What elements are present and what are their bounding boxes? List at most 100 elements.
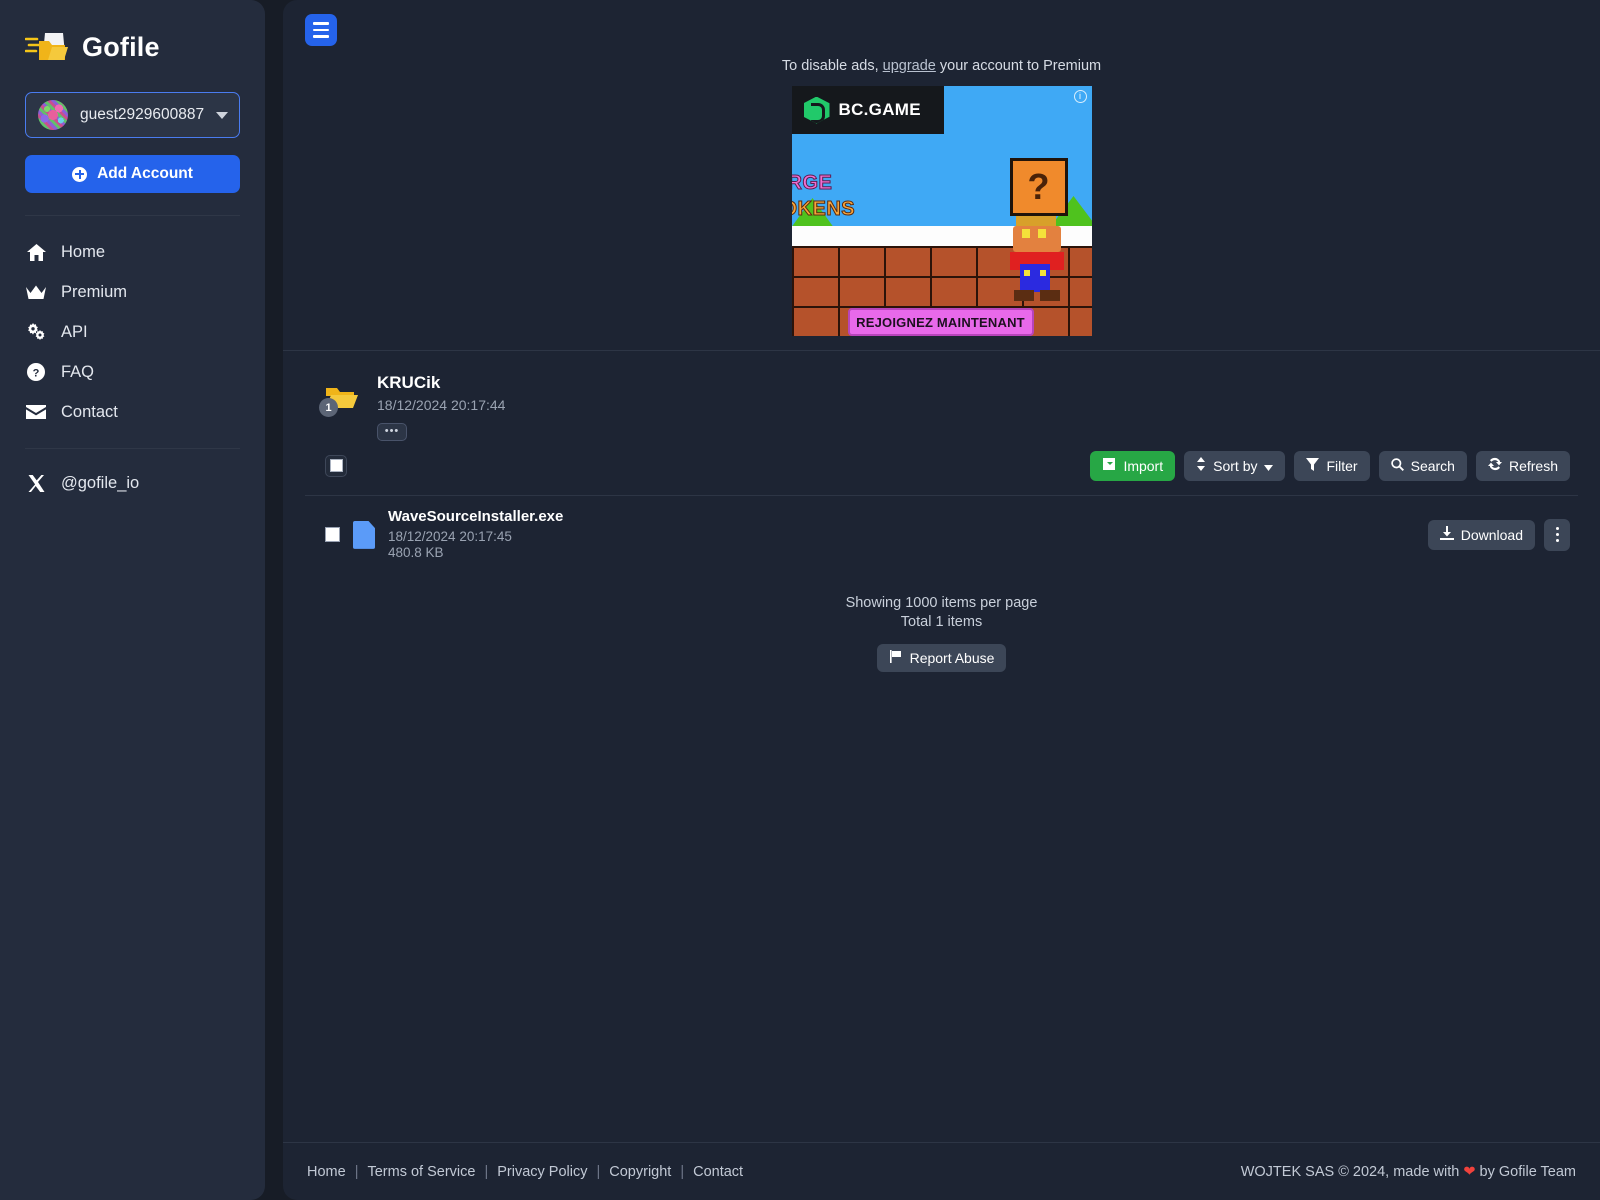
sidebar-item-home[interactable]: Home [25,232,240,272]
footer-link-privacy[interactable]: Privacy Policy [497,1164,587,1180]
folder-header: 1 KRUCik 18/12/2024 20:17:44 ••• [305,351,1578,441]
home-icon [25,243,47,261]
ad-brand-name: BC.GAME [838,100,921,119]
sidebar-item-label: Contact [61,402,118,421]
gofile-folder-logo-icon [24,30,69,64]
sidebar-item-label: @gofile_io [61,473,140,492]
ad-banner[interactable]: ? RGE OKENS BC.GAME i REJOIGNEZ MAIN [791,86,1092,336]
sidebar-item-twitter[interactable]: @gofile_io [25,463,240,503]
main-panel: To disable ads, upgrade your account to … [283,0,1600,1200]
folder-open-icon: 1 [319,383,359,417]
ad-zone: To disable ads, upgrade your account to … [283,58,1600,350]
sidebar: Gofile guest2929600887 Add Account Home … [0,0,265,1200]
ad-headline-2: OKENS [792,198,856,221]
copyright-prefix: WOJTEK SAS © 2024, made with [1240,1163,1460,1180]
ad-question-block: ? [1009,158,1068,216]
sidebar-item-label: FAQ [61,362,95,381]
heart-icon: ❤ [1463,1163,1476,1180]
report-abuse-button[interactable]: Report Abuse [876,643,1007,672]
pager: Showing 1000 items per page Total 1 item… [305,594,1578,672]
gears-icon [25,323,47,341]
ad-headline-1: RGE [791,172,833,195]
file-size: 480.8 KB [388,545,444,561]
question-circle-icon: ? [25,363,47,381]
report-abuse-label: Report Abuse [909,649,995,666]
file-info: WaveSourceInstaller.exe 18/12/2024 20:17… [325,508,1428,563]
ad-notice: To disable ads, upgrade your account to … [782,58,1101,74]
total-items-text: Total 1 items [900,614,983,631]
identicon-avatar [38,100,68,130]
search-button[interactable]: Search [1378,450,1467,481]
ad-notice-prefix: To disable ads, [781,58,879,74]
upgrade-link[interactable]: upgrade [883,58,936,74]
refresh-icon [1487,457,1502,474]
import-label: Import [1123,457,1164,474]
footer-copyright: WOJTEK SAS © 2024, made with ❤ by Gofile… [1241,1164,1576,1180]
footer-link-terms[interactable]: Terms of Service [367,1164,475,1180]
hamburger-bar [313,35,329,38]
download-icon [1439,526,1454,543]
import-button[interactable]: Import [1090,450,1176,481]
file-text: WaveSourceInstaller.exe 18/12/2024 20:17… [388,508,563,563]
sidebar-item-faq[interactable]: ? FAQ [25,352,240,392]
search-label: Search [1410,457,1455,474]
download-label: Download [1460,526,1523,543]
footer-links: Home | Terms of Service | Privacy Policy… [307,1164,743,1180]
funnel-icon [1306,457,1320,474]
import-icon [1102,457,1116,474]
hamburger-bar [313,28,329,32]
ad-cta-label: REJOIGNEZ MAINTENANT [856,314,1025,330]
select-all-checkbox[interactable] [325,454,347,477]
chevron-down-icon [216,111,229,119]
refresh-button[interactable]: Refresh [1475,450,1570,481]
refresh-label: Refresh [1508,457,1558,474]
divider [25,215,240,216]
x-twitter-icon [25,474,47,492]
footer-sep: | [484,1163,489,1180]
sort-by-label: Sort by [1213,457,1258,474]
folder-badge: 1 [319,398,338,417]
sort-by-button[interactable]: Sort by [1184,450,1286,481]
crown-icon [25,285,47,300]
copyright-suffix: by Gofile Team [1479,1163,1576,1180]
sidebar-item-api[interactable]: API [25,312,240,352]
app-root: Gofile guest2929600887 Add Account Home … [0,0,1600,1200]
row-checkbox[interactable] [325,527,340,543]
file-date: 18/12/2024 20:17:45 [388,528,512,544]
filter-label: Filter [1326,457,1358,474]
sidebar-item-contact[interactable]: Contact [25,392,240,432]
toolbar-buttons: Import Sort by Filter Search Refresh [1090,450,1570,481]
download-button[interactable]: Download [1427,519,1535,550]
filter-button[interactable]: Filter [1294,450,1370,481]
brand[interactable]: Gofile [24,20,240,74]
hamburger-icon[interactable] [305,14,337,46]
add-account-label: Add Account [97,165,193,182]
kebab-menu-icon[interactable] [1544,518,1570,551]
account-selector[interactable]: guest2929600887 [25,92,240,138]
ad-question-mark: ? [1027,166,1050,207]
svg-text:?: ? [33,368,40,380]
sort-icon [1196,457,1206,474]
sidebar-item-label: Premium [61,282,128,301]
footer: Home | Terms of Service | Privacy Policy… [283,1142,1600,1200]
per-page-text: Showing 1000 items per page [845,595,1038,612]
account-name: guest2929600887 [80,106,205,123]
footer-link-copyright[interactable]: Copyright [609,1164,671,1180]
content: 1 KRUCik 18/12/2024 20:17:44 ••• Import [283,351,1600,672]
add-account-button[interactable]: Add Account [25,155,240,193]
ad-brand-bar: BC.GAME [791,86,944,134]
sidebar-item-label: API [61,322,88,341]
folder-more-button[interactable]: ••• [377,422,407,441]
brand-name: Gofile [82,31,160,62]
footer-sep: | [354,1163,359,1180]
file-actions: Download [1427,518,1570,551]
ad-notice-suffix: your account to Premium [939,58,1102,74]
ad-cta-button[interactable]: REJOIGNEZ MAINTENANT [847,308,1034,336]
sidebar-item-premium[interactable]: Premium [25,272,240,312]
footer-link-home[interactable]: Home [307,1164,346,1180]
table-row[interactable]: WaveSourceInstaller.exe 18/12/2024 20:17… [305,496,1578,575]
footer-link-contact[interactable]: Contact [693,1164,743,1180]
adchoices-icon[interactable]: i [1073,90,1087,103]
bcgame-logo-icon [803,96,830,124]
file-icon [353,520,375,549]
